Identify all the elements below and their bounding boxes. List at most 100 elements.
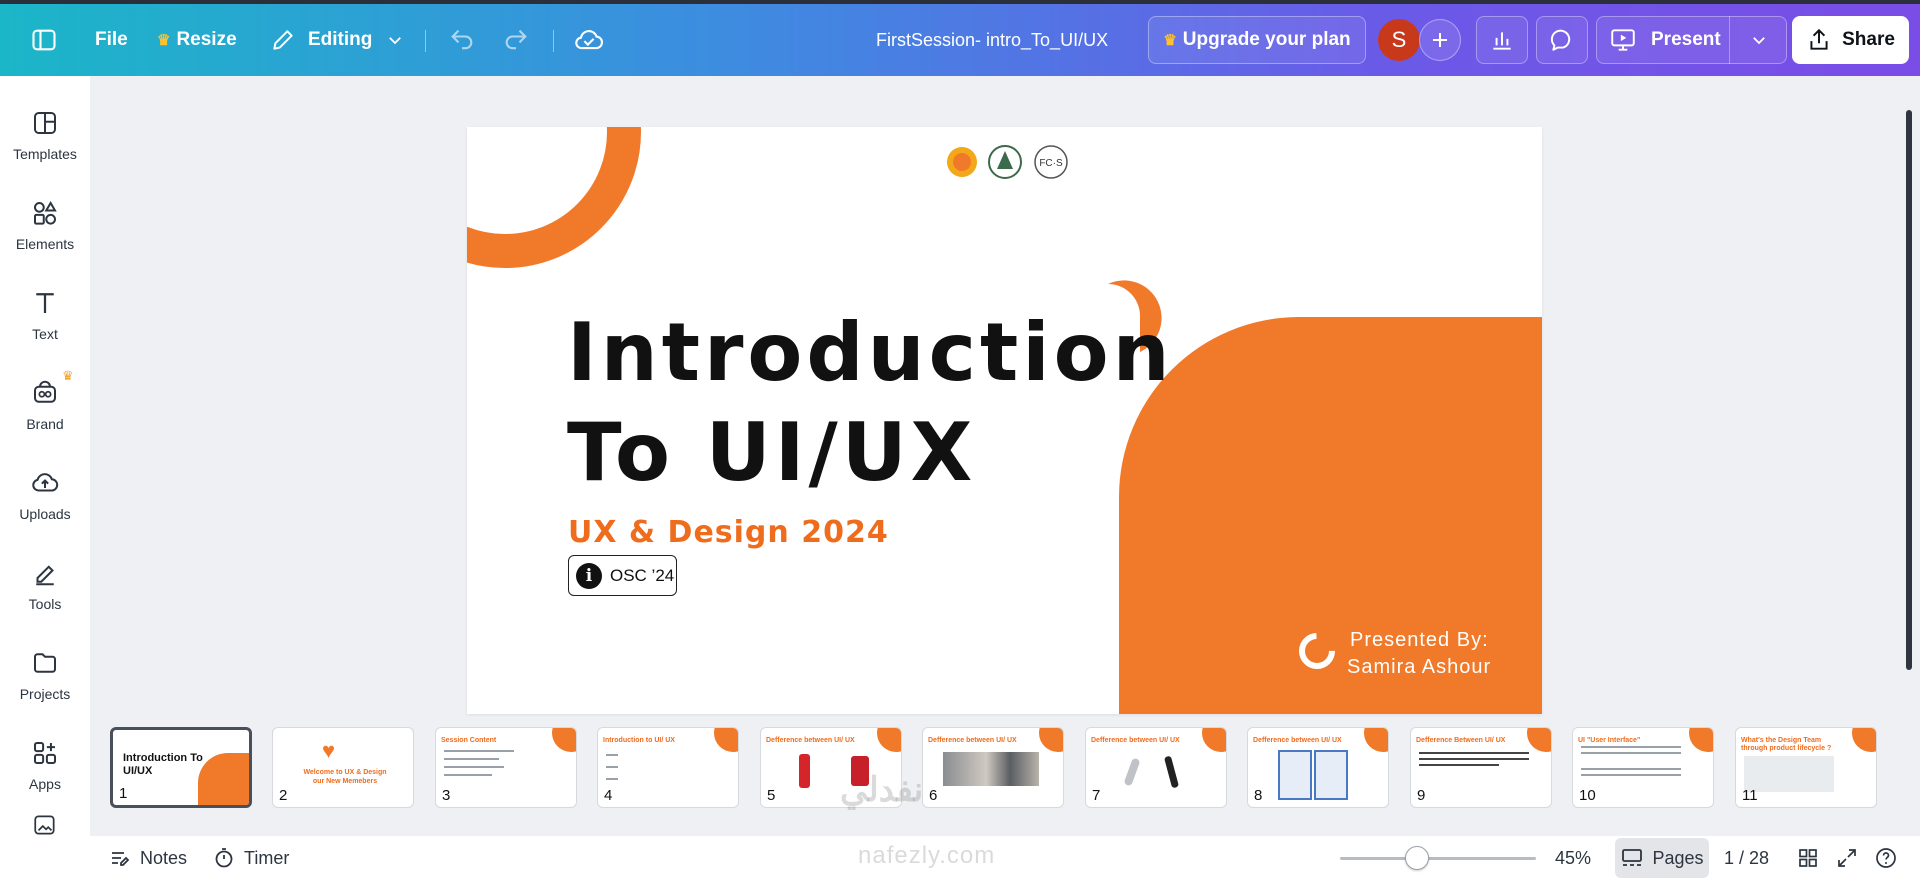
thumbnail-shape	[1689, 728, 1713, 752]
thumbnail-shape	[1202, 728, 1226, 752]
pages-label: Pages	[1652, 847, 1704, 868]
slide-canvas[interactable]: FC·S Introduction To UI/UX UX & Design 2…	[467, 127, 1542, 714]
undo-button[interactable]	[448, 4, 476, 76]
thumbnail-line	[606, 778, 618, 780]
slide-subtitle[interactable]: UX & Design 2024	[568, 515, 889, 550]
thumbnail-line	[1581, 774, 1681, 776]
thumbnail-number: 6	[929, 787, 938, 804]
thumbnail-page-9[interactable]: Defference Between UI/ UX 9	[1410, 727, 1552, 808]
present-options-dropdown[interactable]	[1732, 16, 1786, 64]
editing-mode-dropdown[interactable]: Editing	[270, 4, 404, 76]
thumbnail-shape	[1852, 728, 1876, 752]
help-icon	[1876, 848, 1896, 868]
presenter-name: Samira Ashour	[1347, 656, 1492, 678]
thumbnail-page-1[interactable]: Introduction To UI/UX 1	[110, 727, 252, 808]
help-button[interactable]	[1874, 836, 1898, 880]
osc-badge[interactable]: i OSC ’24	[568, 555, 677, 596]
redo-button[interactable]	[502, 4, 530, 76]
add-collaborator-button[interactable]	[1419, 19, 1461, 61]
top-toolbar: File ♛ Resize Editing FirstSession- intr…	[0, 0, 1920, 76]
thumbnail-line	[1581, 746, 1681, 748]
thumbnail-number: 10	[1579, 787, 1596, 804]
elements-icon	[34, 201, 57, 225]
thumbnail-line	[444, 774, 492, 776]
comments-button[interactable]	[1536, 16, 1588, 64]
upgrade-plan-button[interactable]: ♛ Upgrade your plan	[1148, 16, 1366, 64]
sidebar-item-label: Templates	[13, 146, 77, 162]
info-icon: i	[576, 562, 602, 589]
thumbnail-number: 5	[767, 787, 776, 804]
sidebar-item-label: Tools	[28, 596, 62, 612]
thumbnail-page-7[interactable]: Defference between UI/ UX 7	[1085, 727, 1227, 808]
thumbnail-page-3[interactable]: Session Content 3	[435, 727, 577, 808]
sidebar-item-tools[interactable]: Tools	[0, 548, 90, 628]
file-menu[interactable]: File	[95, 4, 128, 76]
vertical-scrollbar[interactable]	[1906, 110, 1912, 670]
thumbnail-title: What's the Design Team through product l…	[1741, 737, 1832, 752]
thumbnail-shape	[1364, 728, 1388, 752]
page-indicator[interactable]: 1 / 28	[1724, 836, 1769, 880]
thumbnail-title: UI "User Interface"	[1578, 737, 1641, 744]
divider	[553, 30, 554, 52]
thumbnail-shape	[1039, 728, 1063, 752]
thumbnail-line	[606, 766, 618, 768]
thumbnail-title: Introduction to UI/ UX	[603, 737, 675, 744]
thumbnail-line	[606, 754, 618, 756]
thumbnail-title: Session Content	[441, 737, 497, 744]
thumbnail-page-8[interactable]: Defference between UI/ UX 8	[1247, 727, 1389, 808]
zoom-level[interactable]: 45%	[1555, 836, 1591, 880]
left-sidebar: Templates Elements Text ♛ Brand Uploads …	[0, 76, 90, 880]
grid-view-button[interactable]	[1796, 836, 1820, 880]
insights-button[interactable]	[1476, 16, 1528, 64]
document-title[interactable]: FirstSession- intro_To_UI/UX	[876, 4, 1108, 76]
sidebar-item-apps[interactable]: Apps	[0, 728, 90, 808]
pages-button[interactable]: Pages	[1615, 838, 1709, 878]
share-icon	[1810, 28, 1828, 50]
notes-button[interactable]: Notes	[108, 836, 187, 880]
thumbnail-page-11[interactable]: What's the Design Team through product l…	[1735, 727, 1877, 808]
present-icon	[1611, 29, 1635, 51]
thumbnail-line	[1419, 758, 1529, 760]
zoom-slider[interactable]	[1340, 857, 1536, 860]
sidebar-item-templates[interactable]: Templates	[0, 98, 90, 178]
folder-icon	[34, 653, 56, 673]
thumbnail-page-2[interactable]: ♥ Welcome to UX & Design our New Memeber…	[272, 727, 414, 808]
divider	[425, 30, 426, 52]
thumbnail-shape	[198, 753, 249, 805]
thumbnail-line	[1581, 752, 1681, 754]
cloud-check-icon	[575, 30, 604, 50]
magic-media-icon[interactable]	[32, 812, 58, 843]
notes-icon	[112, 852, 130, 866]
notes-label: Notes	[140, 847, 188, 868]
ring-shape	[467, 127, 641, 268]
share-label: Share	[1842, 29, 1895, 50]
avatar[interactable]: S	[1378, 19, 1420, 61]
watermark-site: nafezly.com	[858, 842, 996, 869]
crown-icon: ♛	[157, 32, 171, 49]
sidebar-toggle-button[interactable]	[30, 4, 58, 76]
zoom-slider-handle[interactable]	[1405, 846, 1429, 870]
bottom-toolbar: Notes Timer 45% Pages 1 / 28	[90, 836, 1920, 880]
sidebar-item-text[interactable]: Text	[0, 278, 90, 358]
thumbnail-page-10[interactable]: UI "User Interface" 10	[1572, 727, 1714, 808]
sidebar-item-projects[interactable]: Projects	[0, 638, 90, 718]
thumbnail-line	[444, 750, 514, 752]
fullscreen-button[interactable]	[1835, 836, 1859, 880]
sidebar-item-brand[interactable]: ♛ Brand	[0, 368, 90, 448]
presenter-block[interactable]: Presented By: Samira Ashour	[1347, 627, 1491, 681]
tools-icon	[36, 565, 54, 586]
timer-button[interactable]: Timer	[212, 836, 289, 880]
thumbnail-page-6[interactable]: Defference between UI/ UX 6	[922, 727, 1064, 808]
sidebar-item-uploads[interactable]: Uploads	[0, 458, 90, 538]
sidebar-item-elements[interactable]: Elements	[0, 188, 90, 268]
thumbnail-page-4[interactable]: Introduction to UI/ UX 4	[597, 727, 739, 808]
page-thumbnails: Introduction To UI/UX 1 ♥ Welcome to UX …	[110, 727, 1920, 811]
upgrade-label: Upgrade your plan	[1182, 29, 1351, 50]
share-button[interactable]: Share	[1792, 16, 1909, 64]
thumbnail-number: 11	[1742, 787, 1758, 804]
slide-title[interactable]: Introduction To UI/UX	[567, 303, 1174, 503]
resize-button[interactable]: ♛ Resize	[157, 4, 237, 76]
text-icon	[36, 293, 54, 313]
sidebar-toggle-icon	[32, 29, 56, 51]
cloud-save-status[interactable]	[574, 4, 604, 76]
